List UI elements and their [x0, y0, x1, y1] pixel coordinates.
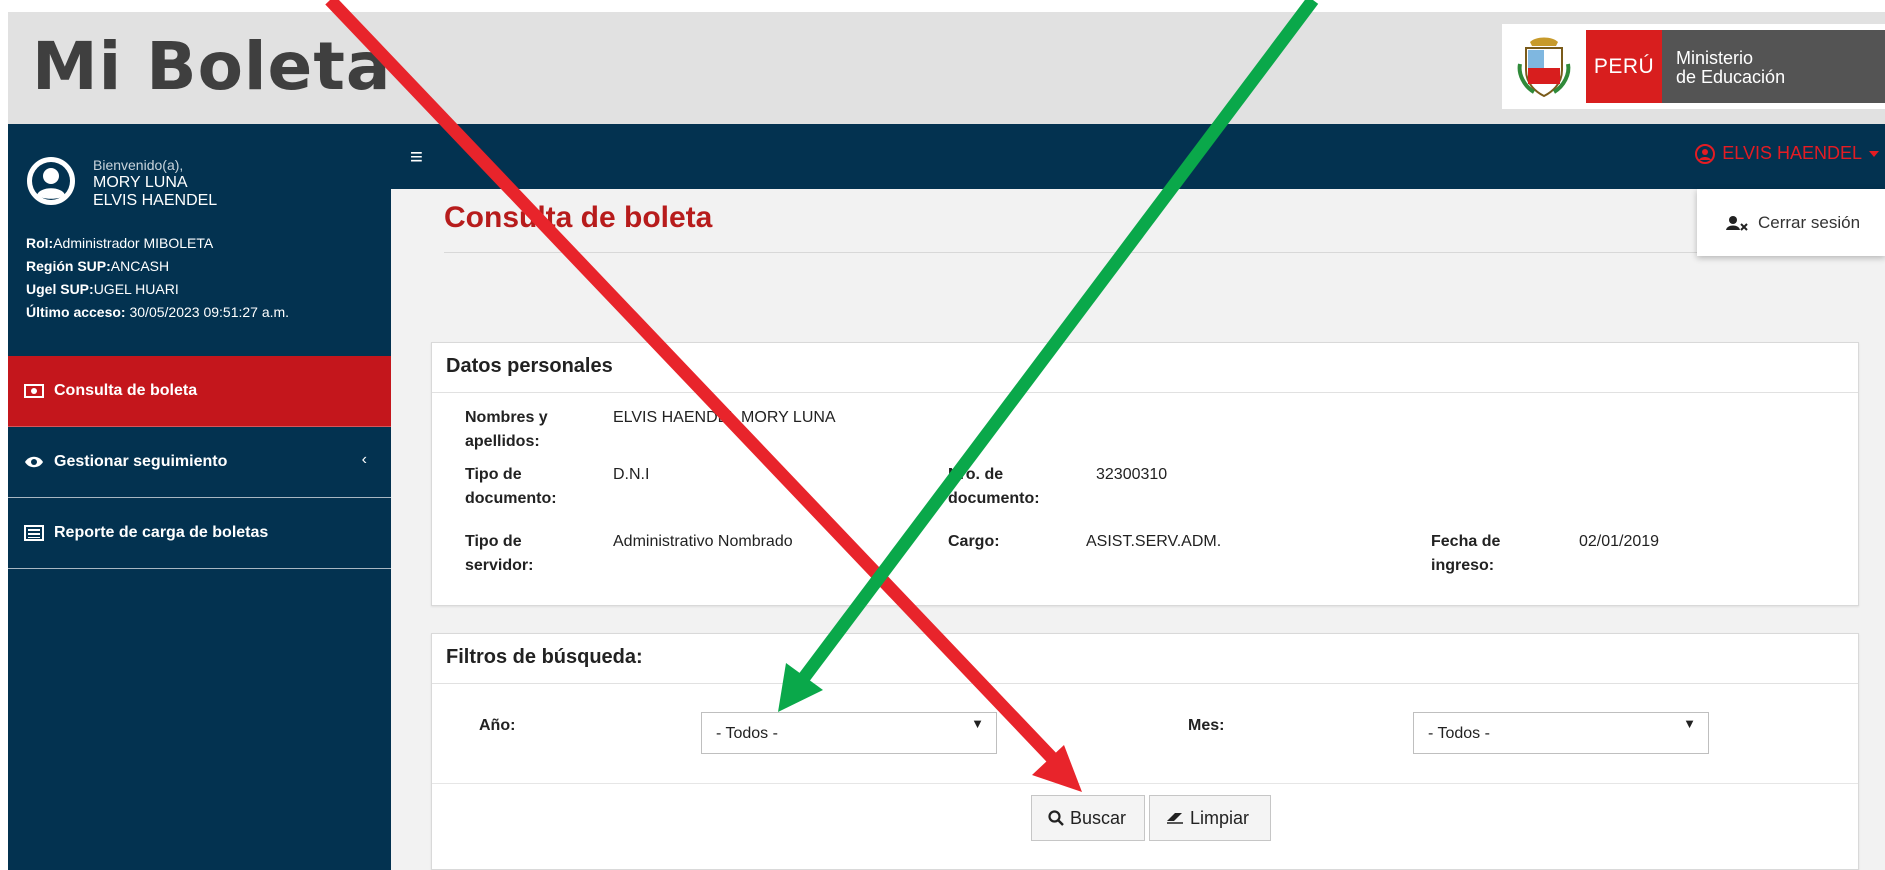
welcome-block: Bienvenido(a), MORY LUNA ELVIS HAENDEL — [93, 156, 217, 210]
ministry-line-1: Ministerio — [1676, 48, 1754, 68]
sidebar-item-label: Consulta de boleta — [54, 382, 198, 399]
chevron-down-icon: ▼ — [1683, 716, 1696, 731]
user-circle-icon — [1695, 143, 1716, 164]
doc-type-label: Tipo de documento: — [465, 463, 557, 511]
sidebar: Bienvenido(a), MORY LUNA ELVIS HAENDEL R… — [8, 124, 391, 870]
logout-item[interactable]: Cerrar sesión — [1758, 213, 1860, 233]
year-select-value: - Todos - — [716, 725, 778, 742]
personal-data-title: Datos personales — [432, 343, 1858, 393]
cargo-label: Cargo: — [948, 533, 1000, 550]
server-type-label-line-2: servidor: — [465, 557, 534, 574]
names-label: Nombres y apellidos: — [465, 406, 548, 454]
peru-label: PERÚ — [1586, 30, 1662, 103]
search-icon — [1048, 810, 1064, 826]
user-info: Rol:Administrador MIBOLETA Región SUP:AN… — [26, 232, 289, 324]
server-type-label-line-1: Tipo de — [465, 533, 522, 550]
region-info: Región SUP:ANCASH — [26, 255, 289, 278]
doc-number-label-line-1: Nro. de — [948, 466, 1004, 483]
user-menu-name: ELVIS HAENDEL — [1722, 143, 1862, 163]
last-access-info: Último acceso: 30/05/2023 09:51:27 a.m. — [26, 301, 289, 324]
last-access-value: 30/05/2023 09:51:27 a.m. — [125, 304, 290, 320]
filters-divider — [432, 783, 1858, 784]
clear-button-label: Limpiar — [1190, 807, 1250, 828]
avatar — [26, 156, 76, 206]
ingreso-label-line-1: Fecha de — [1431, 533, 1501, 550]
top-navbar: ≡ ELVIS HAENDEL — [391, 124, 1885, 189]
server-type-value: Administrativo Nombrado — [613, 533, 793, 550]
last-access-label: Último acceso: — [26, 304, 126, 320]
welcome-text: Bienvenido(a), — [93, 157, 184, 173]
sidebar-item-label: Gestionar seguimiento — [54, 453, 228, 470]
ugel-label: Ugel SUP: — [26, 281, 94, 297]
top-header: Mi Boleta PERÚ Ministerio de Educación — [8, 12, 1885, 124]
year-select[interactable]: - Todos - ▼ — [701, 712, 997, 754]
year-label: Año: — [479, 717, 516, 734]
list-icon — [24, 525, 44, 541]
sidebar-item-consulta-boleta[interactable]: Consulta de boleta — [8, 356, 391, 427]
month-select-value: - Todos - — [1428, 725, 1490, 742]
cargo-value: ASIST.SERV.ADM. — [1086, 533, 1222, 550]
user-circle-icon — [27, 157, 75, 205]
month-select[interactable]: - Todos - ▼ — [1413, 712, 1709, 754]
ugel-value: UGEL HUARI — [93, 281, 179, 297]
page-title: Consulta de boleta — [444, 201, 713, 234]
user-remove-icon — [1726, 215, 1748, 231]
region-label: Región SUP: — [26, 258, 111, 274]
clear-button[interactable]: Limpiar — [1149, 795, 1271, 841]
ministry-name: Ministerio de Educación — [1662, 30, 1885, 103]
user-menu-toggle[interactable]: ELVIS HAENDEL — [1695, 143, 1879, 164]
role-value: Administrador MIBOLETA — [53, 235, 214, 251]
ingreso-value: 02/01/2019 — [1579, 533, 1660, 550]
user-name-line-2: ELVIS HAENDEL — [93, 192, 218, 209]
ingreso-label-line-2: ingreso: — [1431, 557, 1495, 574]
doc-type-label-line-2: documento: — [465, 490, 557, 507]
doc-number-label: Nro. de documento: — [948, 463, 1040, 511]
main-content: Consulta de boleta Datos personales Nomb… — [391, 189, 1885, 870]
search-button[interactable]: Buscar — [1031, 795, 1145, 841]
caret-down-icon — [1869, 150, 1879, 157]
user-dropdown-menu: Cerrar sesión — [1697, 189, 1885, 256]
search-filters-panel: Filtros de búsqueda: Año: - Todos - ▼ Me… — [431, 633, 1859, 870]
sidebar-item-label: Reporte de carga de boletas — [54, 524, 269, 541]
server-type-label: Tipo de servidor: — [465, 530, 533, 578]
doc-number-value: 32300310 — [1096, 466, 1168, 483]
personal-data-panel: Datos personales Nombres y apellidos: ELV… — [431, 342, 1859, 606]
names-value: ELVIS HAENDEL MORY LUNA — [613, 409, 836, 426]
doc-type-label-line-1: Tipo de — [465, 466, 522, 483]
sidebar-item-reporte-carga[interactable]: Reporte de carga de boletas — [8, 498, 391, 569]
chevron-down-icon: ▼ — [971, 716, 984, 731]
sidebar-menu: Consulta de boleta Gestionar seguimiento… — [8, 356, 391, 569]
ugel-info: Ugel SUP:UGEL HUARI — [26, 278, 289, 301]
search-button-label: Buscar — [1070, 807, 1127, 828]
names-label-line-2: apellidos: — [465, 433, 540, 450]
names-label-line-1: Nombres y — [465, 409, 548, 426]
ingreso-label: Fecha de ingreso: — [1431, 530, 1500, 578]
money-icon — [24, 384, 44, 398]
doc-type-value: D.N.I — [613, 466, 650, 483]
doc-number-label-line-2: documento: — [948, 490, 1040, 507]
eye-icon — [24, 455, 44, 469]
region-value: ANCASH — [110, 258, 170, 274]
app-title: Mi Boleta — [32, 28, 392, 105]
month-label: Mes: — [1188, 717, 1225, 734]
title-divider — [444, 252, 1814, 253]
eraser-icon — [1167, 813, 1183, 824]
role-info: Rol:Administrador MIBOLETA — [26, 232, 289, 255]
role-label: Rol: — [26, 235, 54, 251]
sidebar-item-gestionar-seguimiento[interactable]: Gestionar seguimiento ‹ — [8, 427, 391, 498]
chevron-left-icon: ‹ — [361, 451, 367, 468]
user-name-line-1: MORY LUNA — [93, 174, 188, 191]
search-filters-title: Filtros de búsqueda: — [432, 634, 1858, 684]
hamburger-menu-icon[interactable]: ≡ — [410, 144, 423, 170]
ministry-line-2: de Educación — [1676, 67, 1786, 87]
national-shield-icon — [1502, 24, 1586, 109]
ministry-logo: PERÚ Ministerio de Educación — [1502, 24, 1885, 109]
